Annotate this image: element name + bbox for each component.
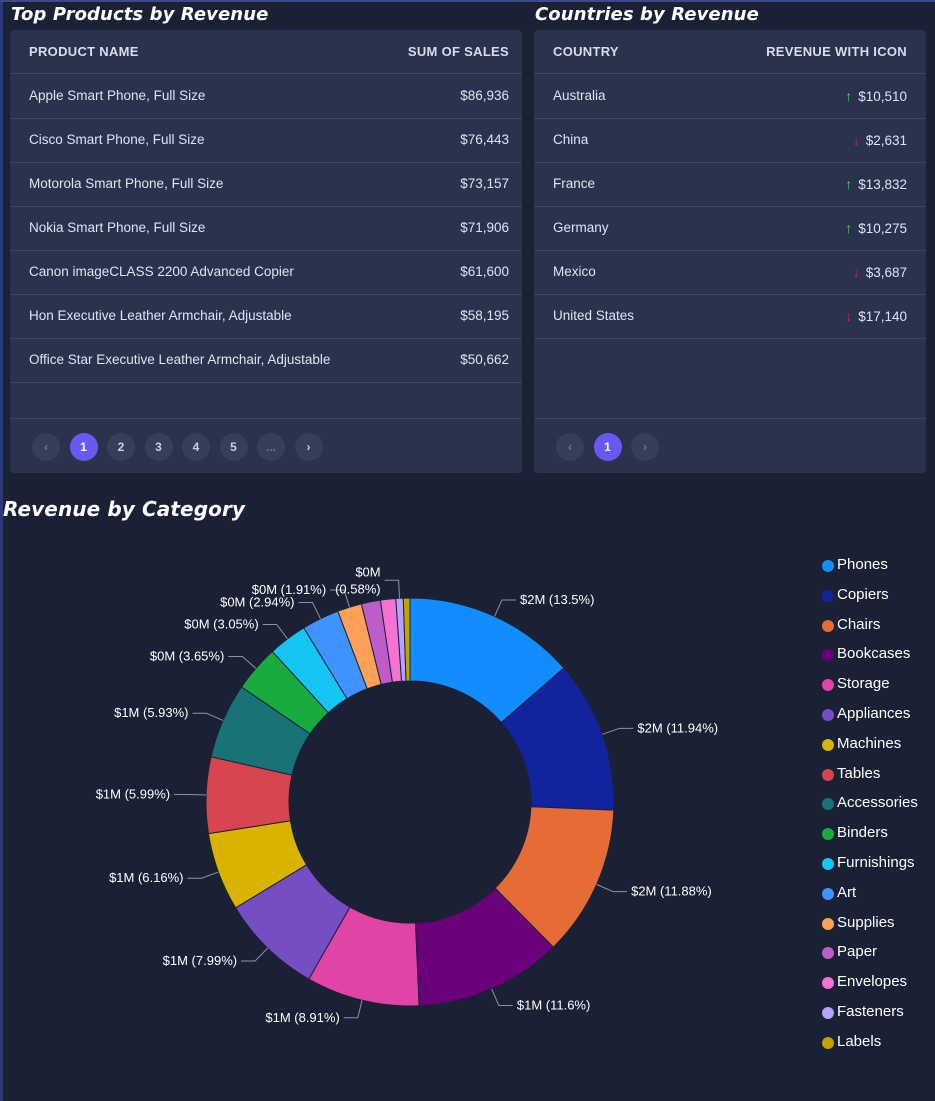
legend-label: Machines bbox=[837, 734, 902, 752]
data-label-supplies: $0M (1.91%) bbox=[252, 582, 326, 597]
legend-label: Labels bbox=[837, 1032, 882, 1050]
data-label-chairs: $2M (11.88%) bbox=[631, 884, 712, 899]
legend-marker bbox=[822, 1036, 834, 1049]
legend-label: Art bbox=[837, 883, 857, 901]
leader-line bbox=[491, 988, 513, 1006]
data-label-copiers: $2M (11.94%) bbox=[637, 720, 718, 735]
leader-line bbox=[262, 623, 288, 640]
legend-marker bbox=[822, 589, 834, 602]
data-label-fasteners: $0M (0.58%) bbox=[335, 564, 381, 596]
legend-marker bbox=[822, 1007, 834, 1019]
legend-marker bbox=[822, 709, 834, 721]
leader-line bbox=[174, 793, 207, 796]
legend-marker bbox=[822, 560, 834, 572]
leader-line bbox=[343, 1000, 363, 1019]
legend-label: Copiers bbox=[837, 585, 889, 603]
data-label-furnishings: $0M (3.05%) bbox=[184, 616, 258, 631]
legend-label: Binders bbox=[837, 824, 888, 842]
data-label-machines: $1M (6.16%) bbox=[109, 870, 183, 885]
leader-line bbox=[602, 727, 634, 735]
data-label-appliances: $1M (7.99%) bbox=[163, 953, 237, 968]
legend-label: Paper bbox=[837, 943, 878, 961]
leader-line bbox=[241, 947, 269, 962]
data-label-phones: $2M (13.5%) bbox=[520, 592, 594, 607]
leader-line bbox=[298, 602, 321, 619]
leader-line bbox=[494, 599, 517, 617]
leader-line bbox=[228, 656, 257, 669]
legend-marker bbox=[822, 619, 834, 632]
legend-label: Fasteners bbox=[837, 1003, 904, 1020]
legend-marker bbox=[822, 887, 834, 900]
legend-label: Accessories bbox=[837, 794, 918, 812]
legend-marker bbox=[822, 768, 834, 781]
data-label-storage: $1M (8.91%) bbox=[265, 1010, 339, 1025]
legend-marker bbox=[822, 917, 834, 930]
legend-label: Chairs bbox=[837, 615, 881, 633]
leader-line bbox=[187, 871, 219, 879]
leader-line bbox=[192, 712, 224, 721]
legend-label: Supplies bbox=[837, 913, 895, 931]
legend-label: Tables bbox=[837, 764, 881, 782]
data-label-accessories: $1M (5.93%) bbox=[114, 705, 188, 720]
leader-line bbox=[384, 579, 401, 599]
legend-label: Phones bbox=[837, 556, 888, 573]
data-label-bookcases: $1M (11.6%) bbox=[517, 997, 590, 1012]
legend-label: Storage bbox=[837, 675, 890, 693]
data-label-binders: $0M (3.65%) bbox=[150, 649, 224, 664]
legend-label: Appliances bbox=[837, 705, 911, 722]
legend-label: Envelopes bbox=[837, 973, 908, 991]
leader-line bbox=[596, 883, 628, 893]
legend-label: Furnishings bbox=[837, 854, 915, 871]
data-label-tables: $1M (5.99%) bbox=[96, 786, 170, 801]
legend-marker bbox=[822, 858, 834, 870]
legend-marker bbox=[822, 738, 834, 751]
legend-label: Bookcases bbox=[837, 645, 911, 663]
revenue-donut-chart: $2M (13.5%) $2M (11.94%) $2M (11.88%) $1M (… bbox=[96, 564, 718, 1025]
